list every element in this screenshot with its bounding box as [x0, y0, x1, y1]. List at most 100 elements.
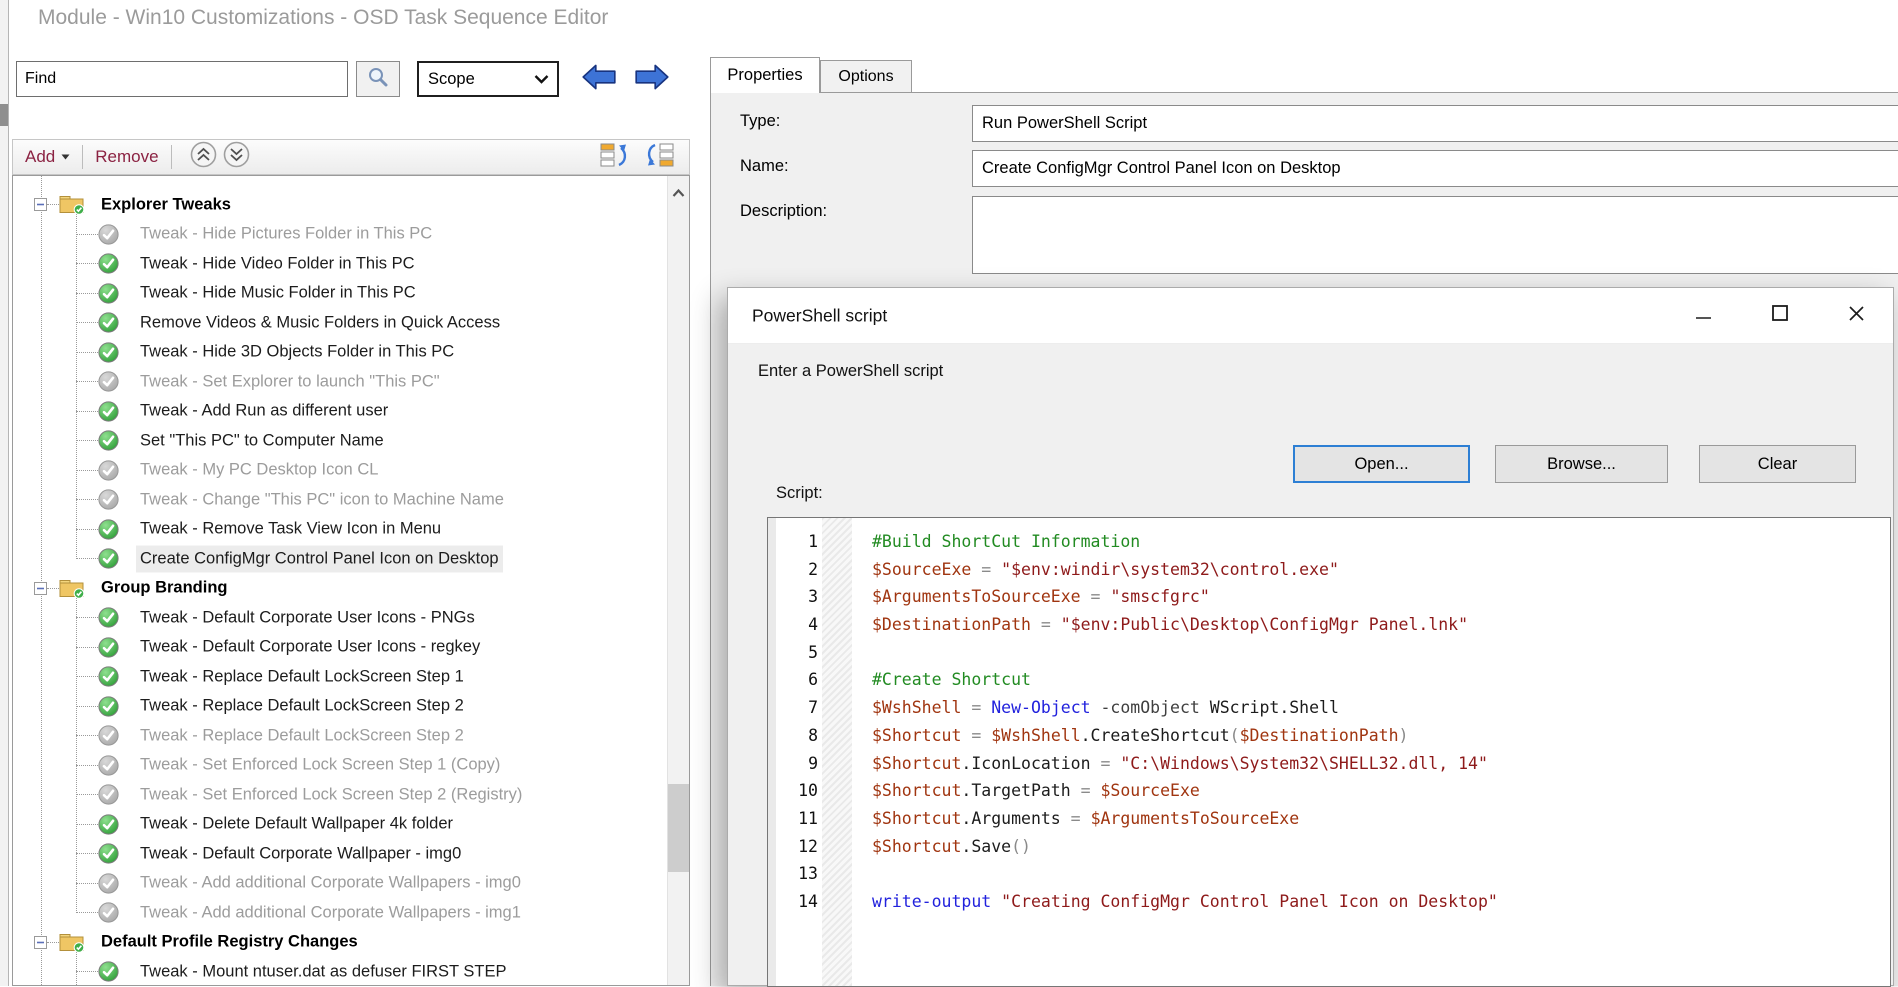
tree-item-row[interactable]: Tweak - Replace Default LockScreen Step …: [13, 662, 667, 692]
chevron-down-icon: [534, 75, 557, 84]
tree-group-row[interactable]: Explorer Tweaks: [13, 190, 667, 220]
folder-check-icon: [59, 578, 85, 599]
check-enabled-icon: [98, 637, 119, 658]
tree-group-label: Default Profile Registry Changes: [101, 933, 358, 952]
tree-item-label: Create ConfigMgr Control Panel Icon on D…: [140, 549, 499, 568]
tree-item-row[interactable]: Tweak - Add additional Corporate Wallpap…: [13, 898, 667, 928]
dialog-titlebar[interactable]: PowerShell script: [728, 288, 1893, 344]
remove-button[interactable]: Remove: [95, 147, 158, 167]
script-code: #Build ShortCut Information$SourceExe = …: [872, 528, 1498, 916]
close-button[interactable]: [1841, 299, 1871, 333]
arrow-left-icon: [580, 62, 618, 97]
expand-toggle-icon[interactable]: [34, 198, 47, 211]
check-disabled-icon: [98, 460, 119, 481]
find-previous-button[interactable]: [576, 59, 622, 99]
line-number-gutter: 1234567891011121314: [776, 528, 818, 916]
tree-item-label: Tweak - Hide 3D Objects Folder in This P…: [140, 343, 454, 362]
window-title: Module - Win10 Customizations - OSD Task…: [38, 6, 608, 30]
tree-item-row[interactable]: Set "This PC" to Computer Name: [13, 426, 667, 456]
search-button[interactable]: [356, 61, 400, 97]
check-enabled-icon: [98, 401, 119, 422]
redo-list-change-button[interactable]: [643, 141, 675, 174]
expand-toggle-icon[interactable]: [34, 936, 47, 949]
browse-button[interactable]: Browse...: [1495, 445, 1668, 483]
tree-item-row[interactable]: Tweak - Hide Video Folder in This PC: [13, 249, 667, 279]
tree-item-row[interactable]: Tweak - Add Run as different user: [13, 397, 667, 427]
move-up-button[interactable]: [190, 141, 217, 173]
tree-item-label: Tweak - Mount ntuser.dat as defuser FIRS…: [140, 962, 507, 981]
double-chevron-up-icon: [190, 141, 217, 173]
check-disabled-icon: [98, 755, 119, 776]
powershell-script-dialog: PowerShell script Enter a PowerShell scr…: [727, 287, 1894, 986]
move-down-button[interactable]: [223, 141, 250, 173]
clear-button[interactable]: Clear: [1699, 445, 1856, 483]
tree-item-row[interactable]: Tweak - Set Enforced Lock Screen Step 2 …: [13, 780, 667, 810]
find-input[interactable]: [16, 61, 348, 97]
tree-item-row[interactable]: Tweak - Change "This PC" icon to Machine…: [13, 485, 667, 515]
tree-item-row[interactable]: Tweak - Replace Default LockScreen Step …: [13, 692, 667, 722]
check-disabled-icon: [98, 784, 119, 805]
tree-item-label: Set "This PC" to Computer Name: [140, 431, 384, 450]
undo-list-change-button[interactable]: [599, 141, 631, 174]
type-field[interactable]: [972, 105, 1898, 142]
tree-item-label: Remove Videos & Music Folders in Quick A…: [140, 313, 500, 332]
minimize-button[interactable]: [1689, 299, 1719, 333]
expand-toggle-icon[interactable]: [34, 582, 47, 595]
tree-item-row[interactable]: Tweak - Hide Music Folder in This PC: [13, 279, 667, 309]
check-enabled-icon: [98, 843, 119, 864]
tree-item-row[interactable]: Tweak - Hide Pictures Folder in This PC: [13, 220, 667, 250]
folder-check-icon: [59, 194, 85, 215]
tree-item-row[interactable]: Tweak - Default Corporate Wallpaper - im…: [13, 839, 667, 869]
tree-item-row[interactable]: Tweak - Remove Task View Icon in Menu: [13, 515, 667, 545]
window-edge-scrollbar-thumb[interactable]: [0, 104, 8, 126]
check-enabled-icon: [98, 961, 119, 982]
add-button[interactable]: Add: [25, 147, 55, 167]
tree-item-row[interactable]: Tweak - Replace Default LockScreen Step …: [13, 721, 667, 751]
list-redo-arrow-icon: [643, 141, 675, 174]
tree-item-row[interactable]: Tweak - My PC Desktop Icon CL: [13, 456, 667, 486]
find-next-button[interactable]: [629, 59, 675, 99]
list-undo-arrow-icon: [599, 141, 631, 174]
window-edge-scrollbar[interactable]: [0, 0, 9, 986]
check-disabled-icon: [98, 224, 119, 245]
check-enabled-icon: [98, 253, 119, 274]
tree-item-label: Tweak - Add additional Corporate Wallpap…: [140, 874, 521, 893]
tree-item-row[interactable]: Tweak - Set Explorer to launch "This PC": [13, 367, 667, 397]
check-disabled-icon: [98, 489, 119, 510]
tree-item-row[interactable]: Tweak - Add additional Corporate Wallpap…: [13, 869, 667, 899]
scope-dropdown[interactable]: Scope: [417, 61, 559, 97]
tab-options[interactable]: Options: [820, 60, 912, 93]
open-button[interactable]: Open...: [1293, 445, 1470, 483]
tree-toolbar: Add Remove: [12, 139, 690, 175]
tree-item-row[interactable]: Tweak - Default Corporate User Icons - r…: [13, 633, 667, 663]
scroll-up-icon[interactable]: [671, 185, 686, 203]
maximize-icon: [1772, 305, 1789, 327]
maximize-button[interactable]: [1765, 299, 1795, 333]
tree-item-row[interactable]: Tweak - Set Enforced Lock Screen Step 1 …: [13, 751, 667, 781]
description-label: Description:: [740, 202, 827, 221]
check-enabled-icon: [98, 312, 119, 333]
tree-scrollbar-thumb[interactable]: [668, 784, 689, 872]
toolbar-separator: [82, 145, 83, 169]
tree-item-row[interactable]: Remove Videos & Music Folders in Quick A…: [13, 308, 667, 338]
tree-group-row[interactable]: Group Branding: [13, 574, 667, 604]
check-enabled-icon: [98, 342, 119, 363]
tree-scrollbar[interactable]: [667, 176, 689, 985]
script-editor[interactable]: 1234567891011121314 #Build ShortCut Info…: [767, 517, 1891, 987]
check-enabled-icon: [98, 548, 119, 569]
tab-properties[interactable]: Properties: [710, 57, 820, 93]
tree-item-row[interactable]: Tweak - Default Corporate User Icons - P…: [13, 603, 667, 633]
name-field[interactable]: [972, 150, 1898, 187]
arrow-right-icon: [633, 62, 671, 97]
tree-group-row[interactable]: Default Profile Registry Changes: [13, 928, 667, 958]
tree-item-row[interactable]: Create ConfigMgr Control Panel Icon on D…: [13, 544, 667, 574]
task-sequence-tree[interactable]: Explorer TweaksTweak - Hide Pictures Fol…: [12, 175, 690, 986]
add-dropdown-caret-icon[interactable]: [61, 154, 70, 160]
tree-item-row[interactable]: Tweak - Delete Default Wallpaper 4k fold…: [13, 810, 667, 840]
folder-check-icon: [59, 932, 85, 953]
tree-item-row[interactable]: Tweak - Hide 3D Objects Folder in This P…: [13, 338, 667, 368]
description-field[interactable]: [972, 196, 1898, 274]
tree-item-row[interactable]: Tweak - Mount ntuser.dat as defuser FIRS…: [13, 957, 667, 986]
double-chevron-down-icon: [223, 141, 250, 173]
tree-group-label: Group Branding: [101, 579, 228, 598]
